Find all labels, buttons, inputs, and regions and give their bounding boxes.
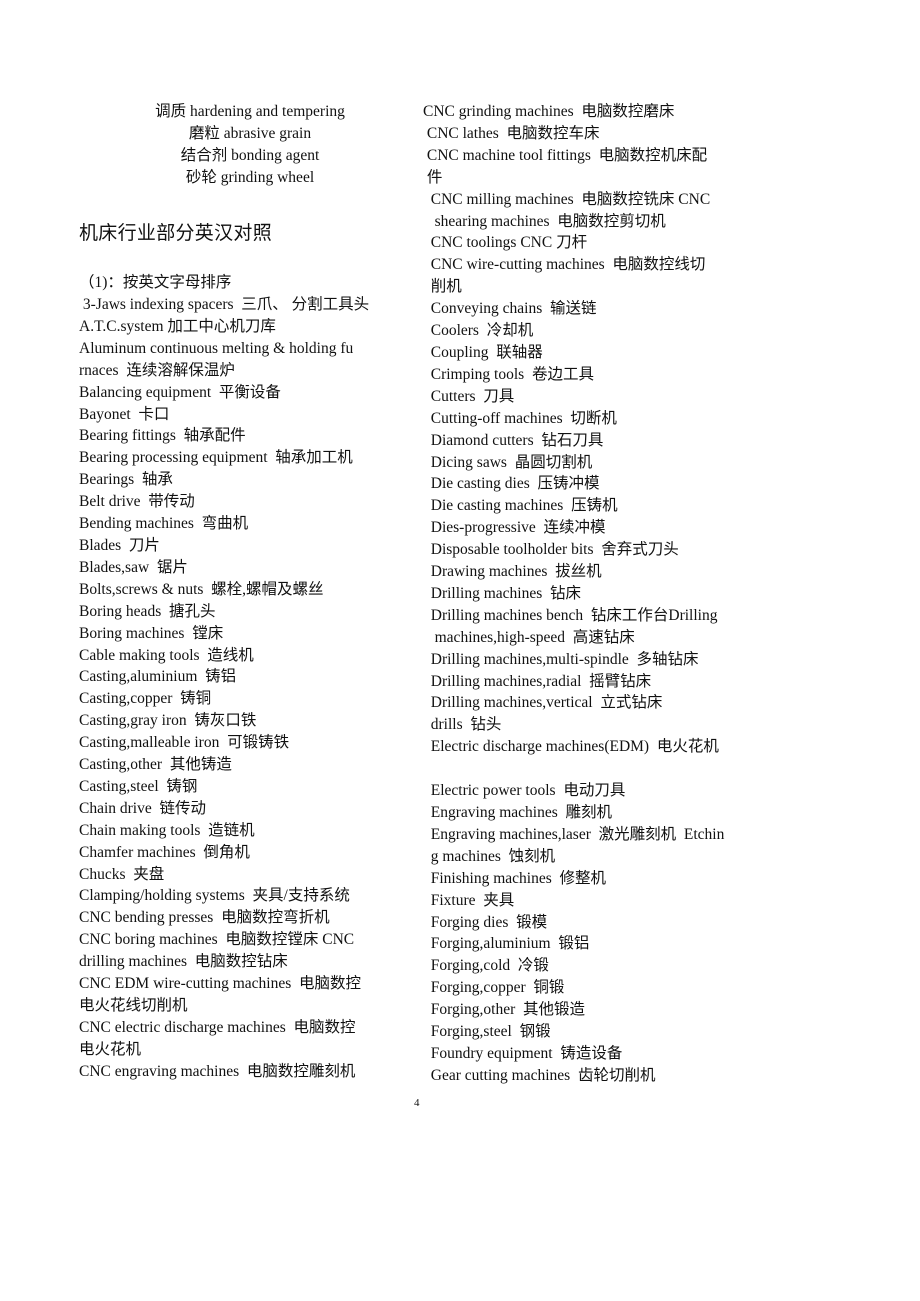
glossary-entry: Die casting machines 压铸机 — [423, 497, 618, 515]
intro-term: 砂轮 grinding wheel — [185, 168, 315, 186]
glossary-entry: Bearings 轴承 — [79, 471, 173, 489]
glossary-entry: Drilling machines,radial 摇臂钻床 — [423, 672, 652, 690]
glossary-entry: Fixture 夹具 — [423, 891, 515, 909]
glossary-entry: Drilling machines 钻床 — [423, 584, 581, 602]
glossary-entry: CNC boring machines 电脑数控镗床 CNC — [79, 931, 355, 949]
glossary-entry: rnaces 连续溶解保温炉 — [79, 361, 235, 379]
glossary-entry: CNC EDM wire-cutting machines 电脑数控 — [79, 975, 361, 993]
glossary-entry: Chamfer machines 倒角机 — [79, 843, 250, 861]
glossary-entry: Forging,copper 铜锻 — [423, 979, 565, 997]
glossary-entry: Forging,aluminium 锻铝 — [423, 935, 590, 953]
page-number: 4 — [414, 1097, 420, 1109]
glossary-entry: 件 — [423, 168, 443, 186]
glossary-entry: Drilling machines,multi-spindle 多轴钻床 — [423, 650, 699, 668]
glossary-entry: CNC toolings CNC 刀杆 — [423, 234, 588, 252]
glossary-entry: Bayonet 卡口 — [79, 405, 170, 423]
glossary-entry: CNC engraving machines 电脑数控雕刻机 — [79, 1062, 356, 1080]
glossary-entry: Diamond cutters 钻石刀具 — [423, 431, 604, 449]
glossary-entry: drilling machines 电脑数控钻床 — [79, 953, 288, 971]
glossary-entry — [423, 758, 763, 780]
glossary-entry: CNC machine tool fittings 电脑数控机床配 — [423, 146, 708, 164]
glossary-entry: g machines 蚀刻机 — [423, 847, 556, 865]
glossary-entry: Casting,malleable iron 可锻铸铁 — [79, 734, 290, 752]
glossary-entry: Forging,cold 冷锻 — [423, 957, 549, 975]
glossary-entry: Disposable toolholder bits 舍弃式刀头 — [423, 541, 679, 559]
glossary-entry: Balancing equipment 平衡设备 — [79, 383, 281, 401]
glossary-entry: Chain making tools 造链机 — [79, 821, 255, 839]
glossary-entry: CNC electric discharge machines 电脑数控 — [79, 1018, 356, 1036]
glossary-entry: Coolers 冷却机 — [423, 322, 534, 340]
glossary-entry: Boring heads 搪孔头 — [79, 602, 216, 620]
intro-terms: 调质 hardening and tempering 磨粒 abrasive g… — [100, 101, 400, 189]
glossary-entry: Forging dies 锻模 — [423, 913, 548, 931]
glossary-entry: Engraving machines,laser 激光雕刻机 Etchin — [423, 825, 725, 843]
glossary-entry: Blades,saw 锯片 — [79, 558, 188, 576]
glossary-entry: Aluminum continuous melting & holding fu — [79, 339, 354, 357]
glossary-entry: Crimping tools 卷边工具 — [423, 365, 594, 383]
glossary-entry: Cutters 刀具 — [423, 387, 515, 405]
intro-term: 结合剂 bonding agent — [180, 146, 320, 164]
glossary-entry: Finishing machines 修整机 — [423, 869, 606, 887]
glossary-left-column: 3-Jaws indexing spacers 三爪、 分割工具头 A.T.C.s… — [79, 294, 399, 1083]
glossary-entry: Casting,other 其他铸造 — [79, 756, 232, 774]
glossary-entry: Conveying chains 输送链 — [423, 300, 597, 318]
glossary-entry: 削机 — [423, 278, 462, 296]
glossary-entry: Electric power tools 电动刀具 — [423, 782, 626, 800]
glossary-entry: Drawing machines 拔丝机 — [423, 563, 602, 581]
glossary-entry: Chucks 夹盘 — [79, 865, 165, 883]
glossary-entry: Dicing saws 晶圆切割机 — [423, 453, 593, 471]
glossary-entry: Foundry equipment 铸造设备 — [423, 1044, 623, 1062]
glossary-entry: 电火花线切削机 — [79, 997, 188, 1014]
glossary-entry: Forging,other 其他锻造 — [423, 1001, 586, 1019]
glossary-entry: Casting,aluminium 铸铝 — [79, 668, 237, 686]
section-heading: 机床行业部分英汉对照 — [79, 222, 273, 244]
glossary-entry: Bolts,screws & nuts 螺栓,螺帽及螺丝 — [79, 580, 324, 598]
glossary-entry: CNC grinding machines 电脑数控磨床 — [423, 103, 675, 120]
glossary-entry: A.T.C.system 加工中心机刀库 — [79, 317, 276, 335]
glossary-entry: Chain drive 链传动 — [79, 799, 206, 817]
glossary-entry: 3-Jaws indexing spacers 三爪、 分割工具头 — [79, 296, 370, 313]
glossary-entry: Cutting-off machines 切断机 — [423, 409, 617, 427]
glossary-entry: Bearing processing equipment 轴承加工机 — [79, 449, 353, 467]
glossary-entry: Drilling machines bench 钻床工作台Drilling — [423, 606, 718, 624]
glossary-entry: drills 钻头 — [423, 716, 502, 734]
glossary-entry: shearing machines 电脑数控剪切机 — [423, 212, 666, 230]
document-page: 调质 hardening and tempering 磨粒 abrasive g… — [0, 0, 920, 1301]
glossary-entry: CNC milling machines 电脑数控铣床 CNC — [423, 190, 711, 208]
glossary-entry: Belt drive 带传动 — [79, 493, 195, 511]
section-subheading: （1)：按英文字母排序 — [79, 274, 232, 291]
glossary-entry: Coupling 联轴器 — [423, 343, 543, 361]
glossary-entry: Engraving machines 雕刻机 — [423, 804, 612, 821]
intro-term: 调质 hardening and tempering — [155, 103, 345, 120]
intro-term: 磨粒 abrasive grain — [188, 124, 312, 142]
glossary-entry: Bending machines 弯曲机 — [79, 515, 249, 533]
glossary-entry: Forging,steel 钢锻 — [423, 1023, 551, 1041]
glossary-entry: Casting,steel 铸钢 — [79, 777, 198, 795]
glossary-entry: Bearing fittings 轴承配件 — [79, 427, 246, 445]
glossary-entry: Casting,gray iron 铸灰口铁 — [79, 712, 257, 730]
glossary-entry: CNC bending presses 电脑数控弯折机 — [79, 909, 330, 927]
glossary-entry: Electric discharge machines(EDM) 电火花机 — [423, 738, 719, 756]
glossary-entry: Casting,copper 铸铜 — [79, 690, 212, 708]
glossary-entry: CNC wire-cutting machines 电脑数控线切 — [423, 256, 706, 274]
glossary-entry: Gear cutting machines 齿轮切削机 — [423, 1066, 656, 1084]
glossary-entry: Drilling machines,vertical 立式钻床 — [423, 694, 663, 712]
glossary-entry: Boring machines 镗床 — [79, 624, 224, 642]
glossary-entry: Blades 刀片 — [79, 536, 160, 554]
glossary-entry: Cable making tools 造线机 — [79, 646, 254, 664]
glossary-entry: Clamping/holding systems 夹具/支持系统 — [79, 887, 350, 905]
glossary-entry: CNC lathes 电脑数控车床 — [423, 124, 600, 142]
glossary-right-column: CNC grinding machines 电脑数控磨床 CNC lathes … — [423, 101, 763, 1087]
glossary-entry: machines,high-speed 高速钻床 — [423, 628, 635, 646]
glossary-entry: Dies-progressive 连续冲模 — [423, 519, 606, 537]
glossary-entry: 电火花机 — [79, 1040, 142, 1058]
glossary-entry: Die casting dies 压铸冲模 — [423, 475, 600, 493]
